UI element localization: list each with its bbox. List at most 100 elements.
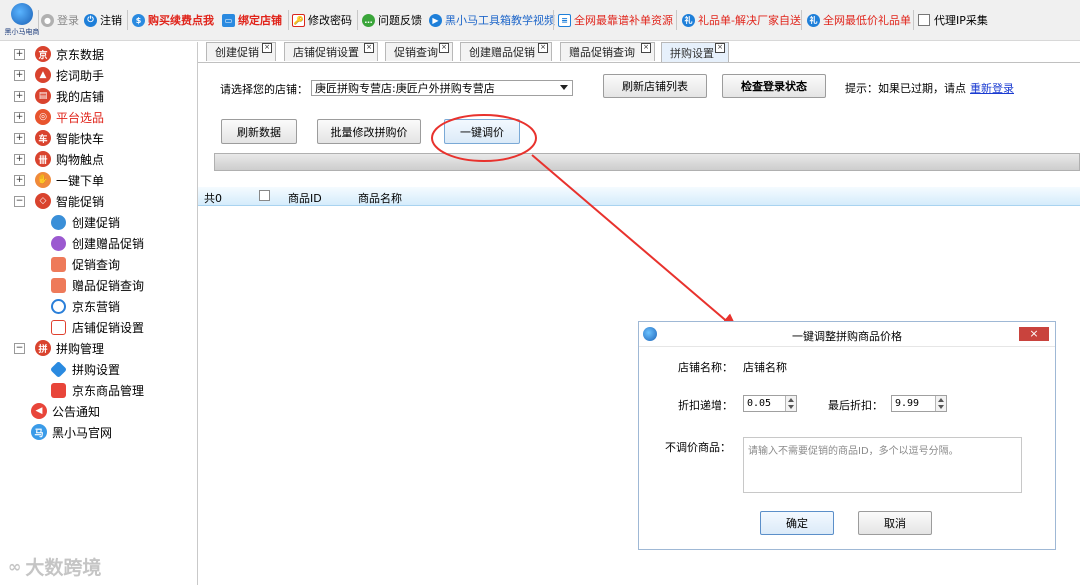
dialog-title-bar: 一键调整拼购商品价格 × — [639, 322, 1055, 347]
sidebar-item-label: 智能快车 — [56, 131, 105, 146]
sidebar-item-create-promotion[interactable]: 创建促销 — [51, 212, 120, 232]
check-login-status-button[interactable]: 检查登录状态 — [722, 74, 826, 98]
feedback-button[interactable]: … 问题反馈 — [362, 12, 422, 28]
ok-button[interactable]: 确定 — [760, 511, 834, 535]
close-icon[interactable]: × — [262, 43, 272, 53]
checkbox-icon — [918, 14, 930, 26]
infinity-icon — [51, 298, 66, 314]
tab-shop-promotion-settings[interactable]: 店铺促销设置 × — [284, 42, 378, 61]
tab-promotion-query[interactable]: 促销查询 × — [385, 42, 453, 61]
logout-label: 注销 — [100, 14, 122, 27]
close-icon[interactable]: × — [364, 43, 374, 53]
tab-create-promotion[interactable]: 创建促销 × — [206, 42, 276, 61]
jd-data-icon: 京 — [35, 46, 51, 62]
sidebar-item-smart-promotion[interactable]: − ◇ 智能促销 — [14, 191, 104, 211]
close-icon[interactable]: × — [538, 43, 548, 53]
batch-edit-price-button[interactable]: 批量修改拼购价 — [317, 119, 421, 144]
one-click-price-button[interactable]: 一键调价 — [444, 119, 520, 144]
expand-icon[interactable]: + — [14, 69, 25, 81]
chevron-down-icon — [560, 85, 568, 90]
close-icon[interactable]: × — [439, 43, 449, 53]
final-discount-value: 9.99 — [895, 398, 920, 409]
bind-shop-button[interactable]: ▭ 绑定店铺 — [222, 12, 282, 28]
buy-renew-button[interactable]: $ 购买续费点我 — [132, 12, 214, 28]
discount-step-stepper[interactable]: 0.05 — [743, 395, 797, 412]
close-button[interactable]: × — [1019, 327, 1049, 341]
sidebar-item-announcements[interactable]: ◀ 公告通知 — [31, 401, 100, 421]
spinner-arrows-icon[interactable] — [785, 396, 796, 411]
expand-icon[interactable]: + — [14, 48, 25, 60]
gift-icon — [51, 235, 66, 251]
sidebar-item-group-buy-management[interactable]: − 拼 拼购管理 — [14, 338, 104, 358]
speaker-icon: ◀ — [31, 403, 47, 419]
tab-group-buy-settings[interactable]: 拼购设置 × — [661, 42, 729, 62]
relogin-link[interactable]: 重新登录 — [970, 80, 1014, 96]
tab-label: 创建促销 — [215, 46, 259, 59]
cancel-button[interactable]: 取消 — [858, 511, 932, 535]
expand-icon[interactable]: + — [14, 174, 25, 186]
proxy-ip-label: 代理IP采集 — [934, 14, 988, 27]
sidebar-item-smart-express[interactable]: + 车 智能快车 — [14, 128, 104, 148]
close-icon[interactable]: × — [715, 43, 725, 53]
sidebar-item-label: 京东商品管理 — [72, 383, 145, 398]
spinner-arrows-icon[interactable] — [935, 396, 946, 411]
sidebar-item-jd-product-management[interactable]: 京东商品管理 — [51, 380, 144, 400]
close-icon[interactable]: × — [641, 43, 651, 53]
sidebar-item-group-buy-settings[interactable]: 拼购设置 — [50, 359, 120, 379]
toolbar-separator — [913, 10, 914, 30]
tutorial-link[interactable]: ▶ 黑小马工具箱教学视频 — [429, 12, 555, 28]
sidebar-item-create-gift-promotion[interactable]: 创建赠品促销 — [51, 233, 144, 253]
sidebar-item-jd-marketing[interactable]: 京东营销 — [51, 296, 120, 316]
sidebar-item-label: 黑小马官网 — [52, 425, 113, 440]
exclude-products-label: 不调价商品： — [665, 441, 731, 454]
proxy-ip-checkbox[interactable]: 代理IP采集 — [918, 12, 988, 28]
shop-name-value: 店铺名称 — [743, 361, 787, 374]
expand-icon[interactable]: + — [14, 111, 25, 123]
refresh-shop-list-button[interactable]: 刷新店铺列表 — [603, 74, 707, 98]
tab-gift-promotion-query[interactable]: 赠品促销查询 × — [560, 42, 655, 61]
expand-icon[interactable]: + — [14, 132, 25, 144]
sidebar-item-official-site[interactable]: 马 黑小马官网 — [31, 422, 112, 442]
logout-button[interactable]: ⏻ 注销 — [84, 12, 122, 28]
sidebar-item-shop-promotion-settings[interactable]: 店铺促销设置 — [51, 317, 144, 337]
toolbar-separator — [288, 10, 289, 30]
expand-icon[interactable]: + — [14, 153, 25, 165]
sidebar-item-label: 平台选品 — [56, 110, 105, 125]
gift-icon: 礼 — [807, 13, 820, 27]
column-header-product-id[interactable]: 商品ID — [288, 190, 322, 206]
sidebar-item-label: 促销查询 — [72, 257, 121, 272]
sidebar-item-label: 智能促销 — [56, 194, 105, 209]
refresh-data-button[interactable]: 刷新数据 — [221, 119, 297, 144]
exclude-products-textarea[interactable]: 请输入不需要促销的商品ID，多个以逗号分隔。 — [743, 437, 1022, 493]
lowest-gift-link[interactable]: 礼 全网最低价礼品单 — [807, 12, 911, 28]
group-buy-icon: 拼 — [35, 340, 51, 356]
tab-label: 拼购设置 — [670, 46, 714, 60]
sidebar-item-keyword-helper[interactable]: + ▲ 挖词助手 — [14, 65, 104, 85]
change-password-button[interactable]: 🔑 修改密码 — [292, 12, 352, 28]
collapse-icon[interactable]: − — [14, 195, 25, 207]
sidebar-item-platform-selection[interactable]: + ◎ 平台选品 — [14, 107, 104, 127]
bind-shop-label: 绑定店铺 — [238, 14, 282, 27]
expand-icon[interactable]: + — [14, 90, 25, 102]
watermark-text: 大数跨境 — [25, 556, 102, 579]
tab-create-gift-promotion[interactable]: 创建赠品促销 × — [460, 42, 552, 61]
resources-link[interactable]: ≡ 全网最靠谱补单资源 — [558, 12, 673, 28]
sidebar-item-my-shop[interactable]: + ▤ 我的店铺 — [14, 86, 104, 106]
column-header-product-name[interactable]: 商品名称 — [358, 190, 402, 206]
sidebar-tree: + 京 京东数据 + ▲ 挖词助手 + ▤ 我的店铺 + ◎ 平台选品 + 车 … — [0, 42, 198, 585]
collapse-icon[interactable]: − — [14, 342, 25, 354]
select-all-checkbox[interactable] — [259, 190, 270, 201]
sidebar-item-label: 京东营销 — [72, 299, 121, 314]
final-discount-stepper[interactable]: 9.99 — [891, 395, 947, 412]
sidebar-item-gift-promotion-query[interactable]: 赠品促销查询 — [51, 275, 144, 295]
sidebar-item-promotion-query[interactable]: 促销查询 — [51, 254, 120, 274]
sidebar-item-jd-data[interactable]: + 京 京东数据 — [14, 44, 104, 64]
login-button[interactable]: ● 登录 — [41, 12, 79, 28]
sidebar-item-one-click-order[interactable]: + ✋ 一键下单 — [14, 170, 104, 190]
shop-name-label: 店铺名称： — [678, 361, 733, 374]
sidebar-item-shopping-touchpoint[interactable]: + 卌 购物触点 — [14, 149, 104, 169]
horse-logo-icon: 马 — [31, 424, 47, 440]
gift-list-link[interactable]: 礼 礼品单-解决厂家自送 — [682, 12, 801, 28]
gift-list-label: 礼品单-解决厂家自送 — [698, 14, 801, 27]
shop-select[interactable]: 庚匠拼购专营店:庚匠户外拼购专营店 — [311, 80, 573, 96]
